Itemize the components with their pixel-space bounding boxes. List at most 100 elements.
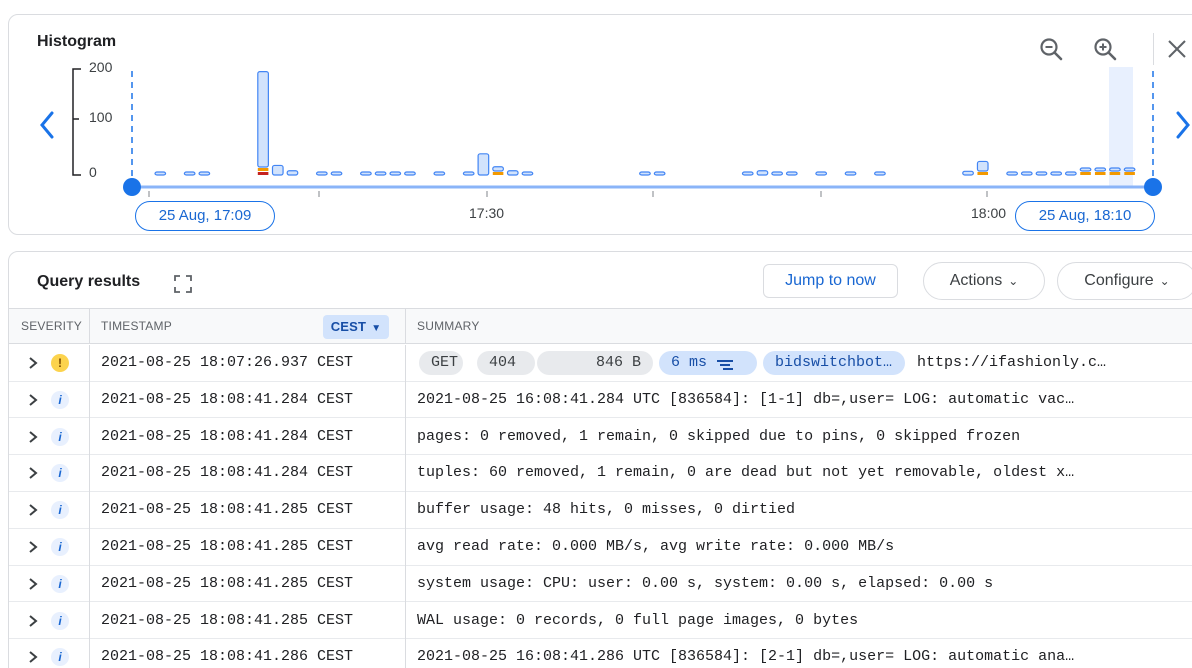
request-url[interactable]: https://ifashionly.c… (917, 345, 1106, 381)
histogram-prev-button[interactable] (35, 107, 59, 143)
table-row[interactable]: ! 2021-08-25 18:07:26.937 CEST GET 404 846 B… (9, 345, 1192, 382)
response-size-pill-label: 846 B (595, 354, 641, 371)
histogram-bar (271, 164, 284, 176)
info-severity-icon: i (51, 501, 69, 520)
close-histogram-button[interactable] (1163, 35, 1191, 63)
histogram-bar (1109, 167, 1121, 172)
timezone-label: CEST (330, 319, 367, 334)
histogram-bar (374, 171, 387, 176)
response-size-pill[interactable]: 846 B (537, 351, 653, 375)
info-severity-icon: i (51, 648, 69, 667)
zoom-out-icon (1040, 38, 1063, 61)
summary-cell: system usage: CPU: user: 0.00 s, system:… (417, 574, 994, 592)
chevron-right-icon[interactable] (27, 612, 39, 630)
summary-cell: 2021-08-25 16:08:41.286 UTC [836584]: [2… (417, 648, 1075, 666)
x-tick-label: 18:00 (971, 205, 1007, 221)
chevron-right-icon[interactable] (27, 464, 39, 482)
histogram-bar (477, 153, 490, 176)
table-row[interactable]: i 2021-08-25 18:08:41.286 CEST 2021-08-25 … (9, 639, 1192, 668)
actions-button[interactable]: Actions ⌄ (923, 262, 1045, 300)
column-divider (89, 309, 90, 344)
summary-cell: 2021-08-25 16:08:41.284 UTC [836584]: [1… (417, 390, 1075, 408)
histogram-next-button[interactable] (1171, 107, 1192, 143)
waterfall-icon (717, 356, 734, 371)
timestamp-cell: 2021-08-25 18:08:41.284 CEST (101, 427, 354, 445)
chevron-right-icon[interactable] (27, 391, 39, 409)
summary-cell: WAL usage: 0 records, 0 full page images… (417, 611, 859, 629)
histogram-bar (198, 171, 211, 176)
histogram-bar-warning (492, 172, 504, 175)
summary-cell: pages: 0 removed, 1 remain, 0 skipped du… (417, 427, 1021, 445)
latency-pill[interactable]: 6 ms (659, 351, 757, 375)
chevron-right-icon[interactable] (27, 354, 39, 372)
table-row[interactable]: i 2021-08-25 18:08:41.284 CEST tuples: 60 … (9, 455, 1192, 492)
column-divider (405, 309, 406, 344)
timestamp-cell: 2021-08-25 18:07:26.937 CEST (101, 354, 354, 371)
y-tick-label: 200 (89, 59, 113, 75)
histogram-bar (844, 171, 857, 176)
histogram-bar (1123, 167, 1136, 172)
timestamp-cell: 2021-08-25 18:08:41.285 CEST (101, 611, 354, 629)
y-tick-label: 100 (89, 109, 113, 125)
histogram-bar (1050, 171, 1063, 176)
chevron-right-icon[interactable] (27, 575, 39, 593)
chevron-down-icon: ⌄ (1159, 274, 1170, 288)
table-row[interactable]: i 2021-08-25 18:08:41.284 CEST pages: 0 re… (9, 419, 1192, 456)
histogram-bar (183, 171, 196, 176)
query-results-panel: Query results Jump to now Actions ⌄ Confi… (8, 251, 1192, 668)
histogram-bar (785, 171, 798, 176)
histogram-bar-warning (257, 168, 269, 171)
chevron-right-icon[interactable] (27, 501, 39, 519)
chevron-right-icon (1176, 111, 1190, 139)
range-start-handle (123, 178, 141, 196)
user-agent-pill[interactable]: bidswitchbot… (763, 351, 905, 375)
results-title: Query results (37, 273, 141, 290)
range-end-handle (1144, 178, 1162, 196)
info-severity-icon: i (51, 538, 69, 556)
table-header: SEVERITY TIMESTAMP CEST ▼ SUMMARY (9, 308, 1192, 344)
histogram-bar (506, 170, 519, 176)
timestamp-cell: 2021-08-25 18:08:41.285 CEST (101, 501, 354, 519)
fullscreen-button[interactable] (173, 274, 193, 294)
histogram-bar (756, 170, 769, 176)
histogram-bar (639, 171, 651, 176)
table-row[interactable]: i 2021-08-25 18:08:41.285 CEST WAL usage: … (9, 603, 1192, 640)
table-row[interactable]: i 2021-08-25 18:08:41.285 CEST buffer usag… (9, 492, 1192, 529)
histogram-bar (771, 171, 784, 176)
histogram-bar (315, 171, 328, 176)
histogram-bar (360, 171, 372, 176)
http-method-pill[interactable]: GET (419, 351, 463, 375)
histogram-bar-warning (1109, 172, 1121, 175)
histogram-bar (1094, 167, 1107, 172)
histogram-bar (653, 171, 666, 176)
range-end-chip[interactable]: 25 Aug, 18:10 (1015, 201, 1155, 231)
histogram-bar-error (257, 172, 269, 175)
column-divider (405, 345, 406, 668)
histogram-bar (962, 170, 974, 176)
http-method-pill-label: GET (431, 354, 459, 371)
chevron-right-icon[interactable] (27, 648, 39, 666)
table-row[interactable]: i 2021-08-25 18:08:41.285 CEST avg read ra… (9, 529, 1192, 566)
zoom-in-button[interactable] (1091, 35, 1119, 63)
jump-to-now-button[interactable]: Jump to now (763, 264, 898, 298)
table-row[interactable]: i 2021-08-25 18:08:41.284 CEST 2021-08-25 … (9, 382, 1192, 419)
chevron-right-icon[interactable] (27, 428, 39, 446)
histogram-bar (1079, 167, 1092, 172)
range-start-chip[interactable]: 25 Aug, 17:09 (135, 201, 275, 231)
zoom-out-button[interactable] (1037, 35, 1065, 63)
timezone-selector[interactable]: CEST ▼ (323, 315, 389, 339)
column-header-severity[interactable]: SEVERITY (21, 309, 82, 344)
table-row[interactable]: i 2021-08-25 18:08:41.285 CEST system usag… (9, 566, 1192, 603)
http-status-pill[interactable]: 404 (477, 351, 535, 375)
histogram-bar (815, 171, 828, 176)
caret-down-icon: ▼ (371, 323, 382, 334)
info-severity-icon: i (51, 390, 69, 409)
configure-button[interactable]: Configure ⌄ (1057, 262, 1192, 300)
chevron-right-icon[interactable] (27, 538, 39, 556)
fullscreen-icon (174, 275, 192, 293)
column-header-timestamp[interactable]: TIMESTAMP (101, 309, 172, 344)
histogram-bar (286, 170, 299, 176)
summary-cell: buffer usage: 48 hits, 0 misses, 0 dirti… (417, 501, 796, 519)
column-header-summary[interactable]: SUMMARY (417, 309, 480, 344)
histogram-bar (433, 171, 446, 176)
